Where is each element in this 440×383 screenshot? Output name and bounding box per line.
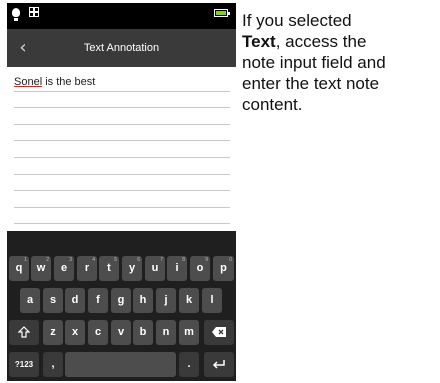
key-m[interactable]: m	[179, 320, 199, 345]
enter-icon	[212, 360, 225, 369]
instruction-line: enter the text note	[242, 74, 380, 93]
key-u[interactable]: 7u	[145, 256, 165, 281]
soft-keyboard: 1q 2w 3e 4r 5t 6y 7u 8i 9o 0p a s d f g …	[7, 231, 236, 381]
ruled-line	[14, 124, 230, 125]
key-j[interactable]: j	[156, 288, 176, 313]
key-x[interactable]: x	[65, 320, 85, 345]
key-b[interactable]: b	[133, 320, 153, 345]
key-a[interactable]: a	[20, 288, 40, 313]
symbols-key[interactable]: ?123	[9, 352, 39, 377]
instruction-line: If you selected	[242, 11, 352, 30]
shift-key[interactable]	[9, 320, 39, 345]
misspelled-word: Sonel	[14, 76, 43, 88]
key-g[interactable]: g	[111, 288, 131, 313]
key-i[interactable]: 8i	[167, 256, 187, 281]
key-p[interactable]: 0p	[213, 256, 234, 281]
note-text: Sonel is the best	[14, 76, 95, 88]
backspace-icon	[212, 327, 226, 338]
key-y[interactable]: 6y	[122, 256, 142, 281]
key-t[interactable]: 5t	[99, 256, 119, 281]
page-title: Text Annotation	[83, 42, 160, 54]
ruled-line	[14, 174, 230, 175]
key-o[interactable]: 9o	[190, 256, 210, 281]
ruled-line	[14, 223, 230, 224]
action-bar: ‹ Text Annotation	[7, 29, 236, 67]
key-r[interactable]: 4r	[77, 256, 97, 281]
ruled-line	[14, 107, 230, 108]
key-c[interactable]: c	[88, 320, 108, 345]
key-q[interactable]: 1q	[9, 256, 29, 281]
period-key[interactable]: .	[179, 352, 199, 377]
key-f[interactable]: f	[88, 288, 108, 313]
grid-icon	[29, 7, 39, 17]
key-e[interactable]: 3e	[54, 256, 74, 281]
delete-key[interactable]	[204, 320, 234, 345]
ruled-line	[14, 140, 230, 141]
key-v[interactable]: v	[111, 320, 131, 345]
key-l[interactable]: l	[202, 288, 222, 313]
key-z[interactable]: z	[43, 320, 63, 345]
instruction-line: note input field and	[242, 53, 386, 72]
ruled-line	[14, 207, 230, 208]
key-w[interactable]: 2w	[31, 256, 51, 281]
shift-icon	[17, 326, 31, 338]
comma-key[interactable]: ,	[43, 352, 63, 377]
key-h[interactable]: h	[133, 288, 153, 313]
space-key[interactable]	[65, 352, 176, 377]
note-text-rest: is the best	[42, 76, 96, 88]
ruled-line	[14, 190, 230, 191]
battery-icon	[214, 9, 230, 17]
key-d[interactable]: d	[65, 288, 85, 313]
instruction-line: content.	[242, 95, 303, 114]
key-s[interactable]: s	[43, 288, 63, 313]
instruction-bold-word: Text	[242, 32, 276, 51]
note-input-field[interactable]: Sonel is the best	[7, 67, 236, 231]
key-k[interactable]: k	[179, 288, 199, 313]
ruled-line	[14, 157, 230, 158]
lightbulb-icon	[12, 8, 20, 21]
instruction-line: , access the	[275, 32, 367, 51]
enter-key[interactable]	[204, 352, 234, 377]
phone-screen: ‹ Text Annotation Sonel is the best 1q 2…	[7, 3, 236, 381]
key-n[interactable]: n	[156, 320, 176, 345]
ruled-line	[14, 91, 230, 92]
status-bar	[7, 3, 236, 29]
instruction-text: If you selected Text, access the note in…	[242, 10, 432, 115]
